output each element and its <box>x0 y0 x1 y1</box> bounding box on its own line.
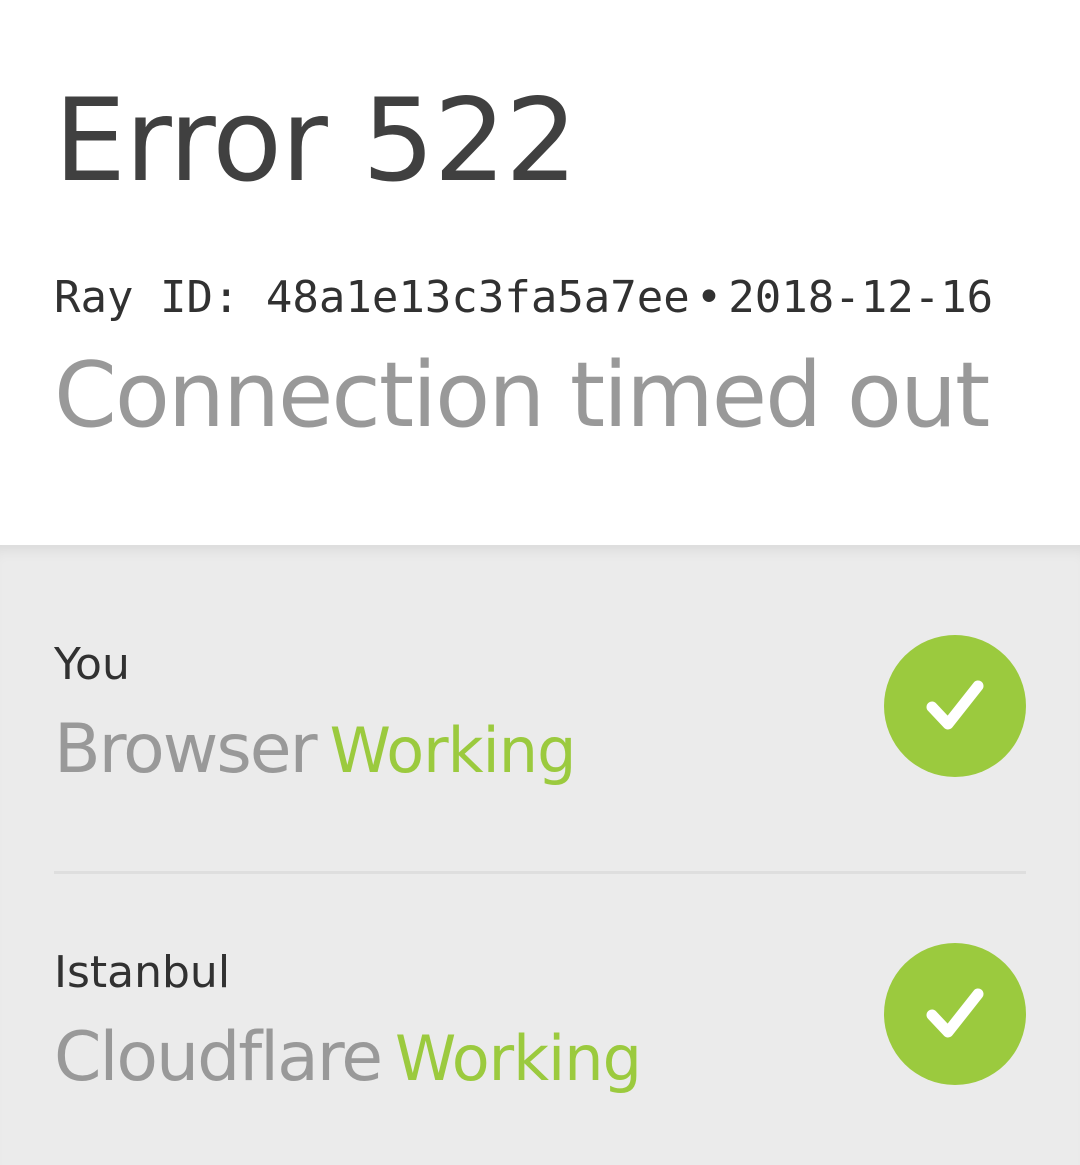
ray-separator: • <box>695 272 723 323</box>
error-date: 2018-12-16 <box>728 272 994 323</box>
status-state: Working <box>329 714 577 787</box>
error-header: Error 522 Ray ID: 48a1e13c3fa5a7ee • 2018-… <box>0 0 1080 545</box>
status-state: Working <box>395 1022 642 1095</box>
status-name: Cloudflare <box>54 1018 383 1097</box>
status-row-browser: You Browser Working <box>54 625 1026 825</box>
status-panel: You Browser Working Istanbul Cloudflare Wo… <box>0 545 1080 1165</box>
status-location: Istanbul <box>54 947 231 998</box>
check-circle-icon <box>884 635 1026 777</box>
check-circle-icon <box>884 943 1026 1085</box>
ray-id-line: Ray ID: 48a1e13c3fa5a7ee • 2018-12-16 <box>54 272 993 325</box>
status-divider <box>54 871 1026 874</box>
error-title: Error 522 <box>54 74 578 207</box>
status-row-cloudflare: Istanbul Cloudflare Working <box>54 933 1026 1133</box>
status-location: You <box>54 639 130 690</box>
error-description: Connection timed out <box>54 343 990 448</box>
ray-id: Ray ID: 48a1e13c3fa5a7ee <box>54 272 690 323</box>
status-line: Browser Working <box>54 710 577 789</box>
status-line: Cloudflare Working <box>54 1018 642 1097</box>
status-name: Browser <box>54 710 318 789</box>
